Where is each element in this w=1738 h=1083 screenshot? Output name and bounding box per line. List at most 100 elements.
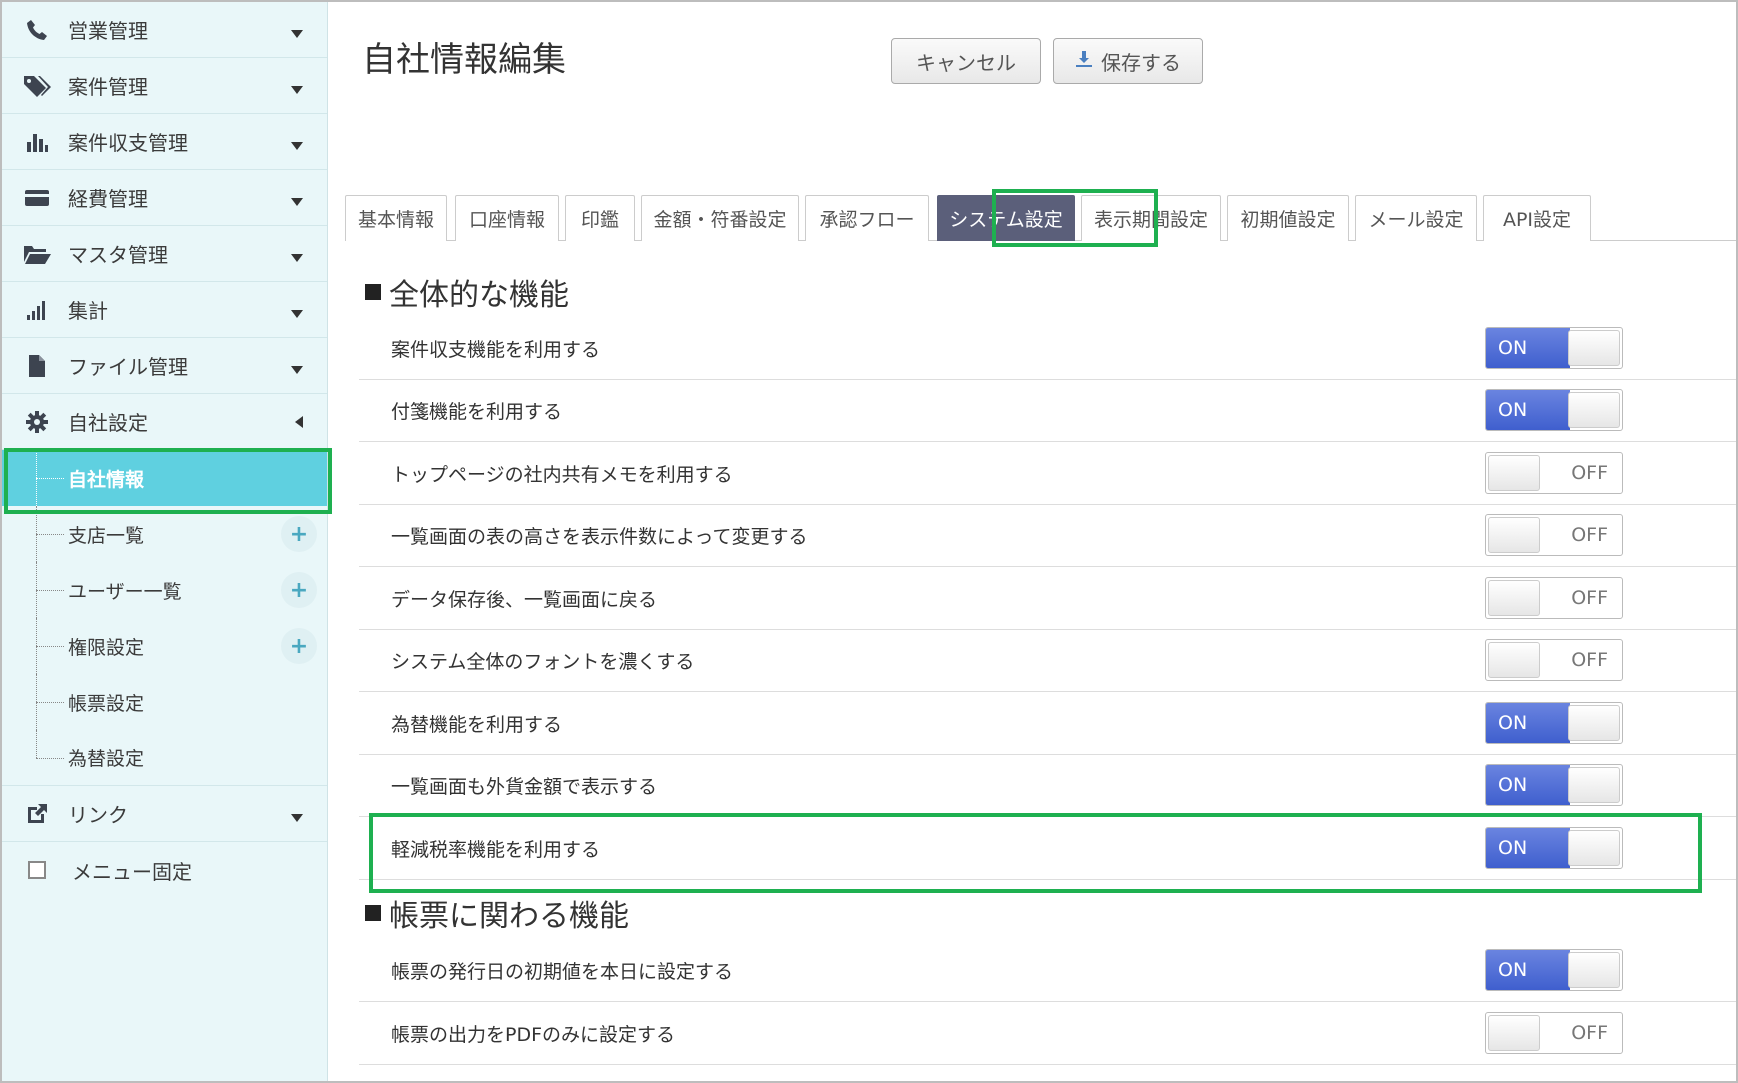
tree-line [36, 646, 64, 647]
setting-label: 帳票の出力をPDFのみに設定する [391, 1024, 676, 1046]
download-icon [1075, 49, 1093, 73]
setting-toggle[interactable]: ON [1485, 827, 1623, 869]
submenu-item-label: 為替設定 [68, 748, 145, 770]
submenu-item-users[interactable]: ユーザー一覧 + [2, 562, 327, 618]
submenu-item-exchange-settings[interactable]: 為替設定 [2, 730, 327, 786]
setting-toggle[interactable]: ON [1485, 764, 1623, 806]
setting-toggle[interactable]: ON [1485, 389, 1623, 431]
setting-row: 付箋機能を利用する ON [359, 380, 1736, 442]
toggle-off-state: OFF [1571, 1022, 1608, 1044]
submenu-item-company-info[interactable]: 自社情報 [2, 450, 327, 506]
tab-mail-settings[interactable]: メール設定 [1355, 195, 1477, 241]
setting-label: 一覧画面の表の高さを表示件数によって変更する [391, 526, 808, 548]
tab-label: 金額・符番設定 [653, 209, 787, 231]
section-title-text: 帳票に関わる機能 [389, 899, 629, 934]
toggle-knob [1488, 517, 1540, 553]
submenu-item-label: 自社情報 [68, 468, 145, 491]
sidebar-item-expenses[interactable]: 経費管理 [2, 170, 327, 226]
submenu-item-label: 帳票設定 [68, 692, 145, 715]
tab-label: 承認フロー [819, 209, 915, 231]
setting-toggle[interactable]: ON [1485, 949, 1623, 991]
tree-line [36, 478, 64, 479]
sidebar-item-master[interactable]: マスタ管理 [2, 226, 327, 282]
setting-toggle[interactable]: ON [1485, 327, 1623, 369]
tree-line [36, 757, 64, 759]
pin-menu-toggle[interactable]: メニュー固定 [2, 842, 327, 898]
setting-toggle[interactable]: OFF [1485, 1012, 1623, 1054]
sidebar-item-label: リンク [68, 803, 128, 827]
tab-display-period[interactable]: 表示期間設定 [1081, 195, 1221, 241]
setting-toggle[interactable]: OFF [1485, 577, 1623, 619]
setting-label: データ保存後、一覧画面に戻る [391, 589, 658, 611]
tab-amount-numbering[interactable]: 金額・符番設定 [641, 195, 799, 241]
toggle-knob [1488, 642, 1540, 678]
add-user-button[interactable]: + [281, 572, 317, 608]
add-branch-button[interactable]: + [281, 516, 317, 552]
setting-label: 付箋機能を利用する [391, 401, 563, 423]
app-window: 営業管理 案件管理 案件収支管理 経費管理 マスタ管理 集計 ファイル管理 自社… [0, 0, 1738, 1083]
chevron-down-icon [291, 141, 303, 150]
tab-label: API設定 [1502, 209, 1572, 231]
setting-row: 帳票の発行日の初期値を本日に設定する ON [359, 940, 1736, 1002]
sidebar-item-sales[interactable]: 営業管理 [2, 2, 327, 58]
sidebar-item-files[interactable]: ファイル管理 [2, 338, 327, 394]
tab-basic-info[interactable]: 基本情報 [345, 195, 447, 241]
section-title-text: 全体的な機能 [389, 278, 569, 313]
square-bullet-icon [365, 905, 381, 921]
sidebar-item-aggregate[interactable]: 集計 [2, 282, 327, 338]
tab-system-settings[interactable]: システム設定 [937, 195, 1075, 241]
toggle-on-state: ON [1486, 950, 1570, 990]
submenu-item-document-settings[interactable]: 帳票設定 [2, 674, 327, 730]
setting-label: 為替機能を利用する [391, 714, 563, 736]
add-permission-button[interactable]: + [281, 628, 317, 664]
square-bullet-icon [365, 284, 381, 300]
toggle-on-state: ON [1486, 765, 1570, 805]
tab-bank-info[interactable]: 口座情報 [455, 195, 559, 241]
main-content: 自社情報編集 キャンセル 保存する 基本情報 口座情報 印鑑 金額・符番設定 承… [329, 2, 1736, 1081]
tab-api-settings[interactable]: API設定 [1483, 195, 1591, 241]
setting-toggle[interactable]: OFF [1485, 452, 1623, 494]
tab-label: 基本情報 [357, 209, 434, 231]
setting-toggle[interactable]: OFF [1485, 514, 1623, 556]
sidebar-item-label: マスタ管理 [68, 243, 168, 267]
file-icon [22, 352, 52, 380]
sidebar-item-label: 自社設定 [68, 411, 148, 435]
setting-toggle[interactable]: ON [1485, 702, 1623, 744]
sidebar-item-label: 案件収支管理 [68, 131, 188, 155]
toggle-knob [1568, 330, 1620, 366]
sidebar: 営業管理 案件管理 案件収支管理 経費管理 マスタ管理 集計 ファイル管理 自社… [2, 2, 328, 1081]
submenu-item-label: 支店一覧 [68, 524, 145, 547]
tab-default-values[interactable]: 初期値設定 [1227, 195, 1349, 241]
tab-seal[interactable]: 印鑑 [565, 195, 635, 241]
tree-line [36, 730, 37, 758]
external-link-icon [22, 800, 52, 828]
phone-icon [22, 16, 52, 44]
sidebar-item-projects[interactable]: 案件管理 [2, 58, 327, 114]
bar-chart-icon [22, 128, 52, 156]
tree-line [36, 590, 64, 591]
signal-icon [22, 296, 52, 324]
chevron-left-icon [295, 415, 303, 428]
tree-line [36, 534, 64, 535]
toggle-knob [1488, 580, 1540, 616]
chevron-down-icon [291, 813, 303, 822]
toggle-knob [1568, 830, 1620, 866]
submenu-item-permissions[interactable]: 権限設定 + [2, 618, 327, 674]
pin-menu-checkbox[interactable] [28, 861, 46, 879]
toggle-knob [1488, 1015, 1540, 1051]
company-settings-submenu: 自社情報 支店一覧 + ユーザー一覧 + 権限設定 + 帳票設定 為替設定 [2, 450, 327, 786]
setting-toggle[interactable]: OFF [1485, 639, 1623, 681]
toggle-off-state: OFF [1571, 524, 1608, 546]
toggle-off-state: OFF [1571, 587, 1608, 609]
submenu-item-branches[interactable]: 支店一覧 + [2, 506, 327, 562]
sidebar-item-links[interactable]: リンク [2, 786, 327, 842]
setting-label: システム全体のフォントを濃くする [391, 651, 695, 673]
sidebar-item-label: 経費管理 [68, 187, 148, 211]
sidebar-item-project-balance[interactable]: 案件収支管理 [2, 114, 327, 170]
tab-label: 印鑑 [580, 209, 619, 231]
tab-approval-flow[interactable]: 承認フロー [805, 195, 929, 241]
save-button[interactable]: 保存する [1053, 38, 1203, 84]
setting-label: 一覧画面も外貨金額で表示する [391, 776, 658, 798]
sidebar-item-company-settings[interactable]: 自社設定 [2, 394, 327, 450]
cancel-button[interactable]: キャンセル [891, 38, 1041, 84]
